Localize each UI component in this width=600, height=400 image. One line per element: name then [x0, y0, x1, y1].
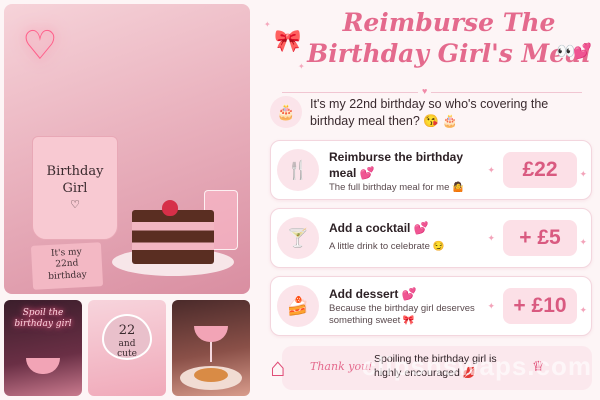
- sparkle-icon: ✦: [487, 165, 495, 175]
- offer-item-dessert[interactable]: 🍰 Add dessert 💕 Because the birthday gir…: [270, 276, 592, 336]
- thumbnail-strip: Spoil the birthday girl 22 and cute: [4, 300, 250, 396]
- item-description: A little drink to celebrate 😏: [329, 241, 445, 252]
- card-line3: birthday: [47, 269, 88, 282]
- birthday-mug: Birthday Girl ♡: [32, 136, 118, 240]
- offer-item-cocktail[interactable]: 🍸 Add a cocktail 💕 A little drink to cel…: [270, 208, 592, 268]
- sparkle-icon: ✦: [579, 305, 587, 315]
- bow-icon: 🎀: [274, 28, 302, 53]
- cake-slice: [132, 210, 214, 264]
- header: 🎀 Reimburse The Birthday Girl's Meal 👀💕 …: [262, 8, 596, 96]
- item-name: Add dessert 💕: [329, 287, 417, 301]
- neon-sign: Spoil the birthday girl: [10, 308, 76, 331]
- offer-panel: 🎀 Reimburse The Birthday Girl's Meal 👀💕 …: [262, 0, 596, 400]
- pasta: [194, 368, 228, 382]
- item-description: Because the birthday girl deserves somet…: [329, 303, 475, 327]
- price-button[interactable]: £22: [503, 152, 577, 188]
- divider-heart-icon: ♥: [418, 86, 432, 96]
- eyes-icon: 👀💕: [556, 42, 592, 60]
- cocktail-glass: [26, 358, 60, 374]
- sparkle-icon: ✦: [579, 169, 587, 179]
- sparkle-icon: ✦: [264, 20, 271, 29]
- thumb-neon-sign: Spoil the birthday girl: [4, 300, 82, 396]
- cocktail-coupe: [194, 326, 228, 342]
- thumb-balloons: 22 and cute: [88, 300, 166, 396]
- hanger-icon: ⌂: [270, 352, 286, 382]
- intro-text: It's my 22nd birthday so who's covering …: [310, 97, 549, 129]
- item-description: The full birthday meal for me 🤷: [329, 182, 464, 193]
- sparkle-icon: ✦: [487, 301, 495, 311]
- mug-text-line2: Girl: [62, 180, 88, 196]
- sparkle-icon: ✦: [579, 237, 587, 247]
- title-line2: Birthday Girl's Meal: [307, 38, 591, 68]
- coupe-stem: [210, 342, 212, 362]
- sparkle-icon: ✦: [487, 233, 495, 243]
- heart-balloon: 22 and cute: [102, 314, 152, 360]
- strawberry: [162, 200, 178, 216]
- eyes-emoji: 👀: [556, 43, 576, 60]
- item-name: Add a cocktail 💕: [329, 221, 429, 235]
- watermark: clipsnswaps.com: [361, 351, 592, 381]
- balloon-line1: 22: [118, 323, 136, 338]
- cocktail-icon: 🍸: [277, 217, 319, 259]
- neon-heart-icon: ♡: [22, 24, 58, 68]
- divider: [282, 92, 582, 93]
- item-name: Reimburse the birthday meal 💕: [329, 150, 464, 180]
- offer-item-meal[interactable]: 🍴 Reimburse the birthday meal 💕 The full…: [270, 140, 592, 200]
- title-heart: 💕: [573, 43, 592, 60]
- page-title: Reimburse The Birthday Girl's Meal: [302, 8, 596, 69]
- neon-line2: birthday girl: [14, 319, 72, 330]
- cutlery-icon: 🍴: [277, 149, 319, 191]
- thumb-dinner: [172, 300, 250, 396]
- price-button[interactable]: + £10: [503, 288, 577, 324]
- birthday-card: It's my 22nd birthday: [30, 242, 104, 290]
- balloon-line3: cute: [117, 349, 137, 360]
- neon-line1: Spoil the: [22, 308, 64, 318]
- price-button[interactable]: + £5: [503, 220, 577, 256]
- mug-heart-icon: ♡: [70, 197, 80, 211]
- footer: ⌂ Thank you! Spoiling the birthday girl …: [270, 344, 592, 392]
- balloon-line2: and: [118, 338, 136, 349]
- mug-text-line1: Birthday: [46, 163, 104, 179]
- intro: 🎂 It's my 22nd birthday so who's coverin…: [270, 96, 596, 132]
- cake-icon: 🎂: [270, 96, 302, 128]
- hero-photo: ♡ Birthday Girl ♡ It's my 22nd birthday: [4, 4, 250, 294]
- sparkle-icon: ✦: [298, 62, 305, 71]
- photo-collage: ♡ Birthday Girl ♡ It's my 22nd birthday …: [4, 4, 250, 396]
- title-line1: Reimburse The: [342, 8, 556, 37]
- cake-slice-icon: 🍰: [277, 285, 319, 327]
